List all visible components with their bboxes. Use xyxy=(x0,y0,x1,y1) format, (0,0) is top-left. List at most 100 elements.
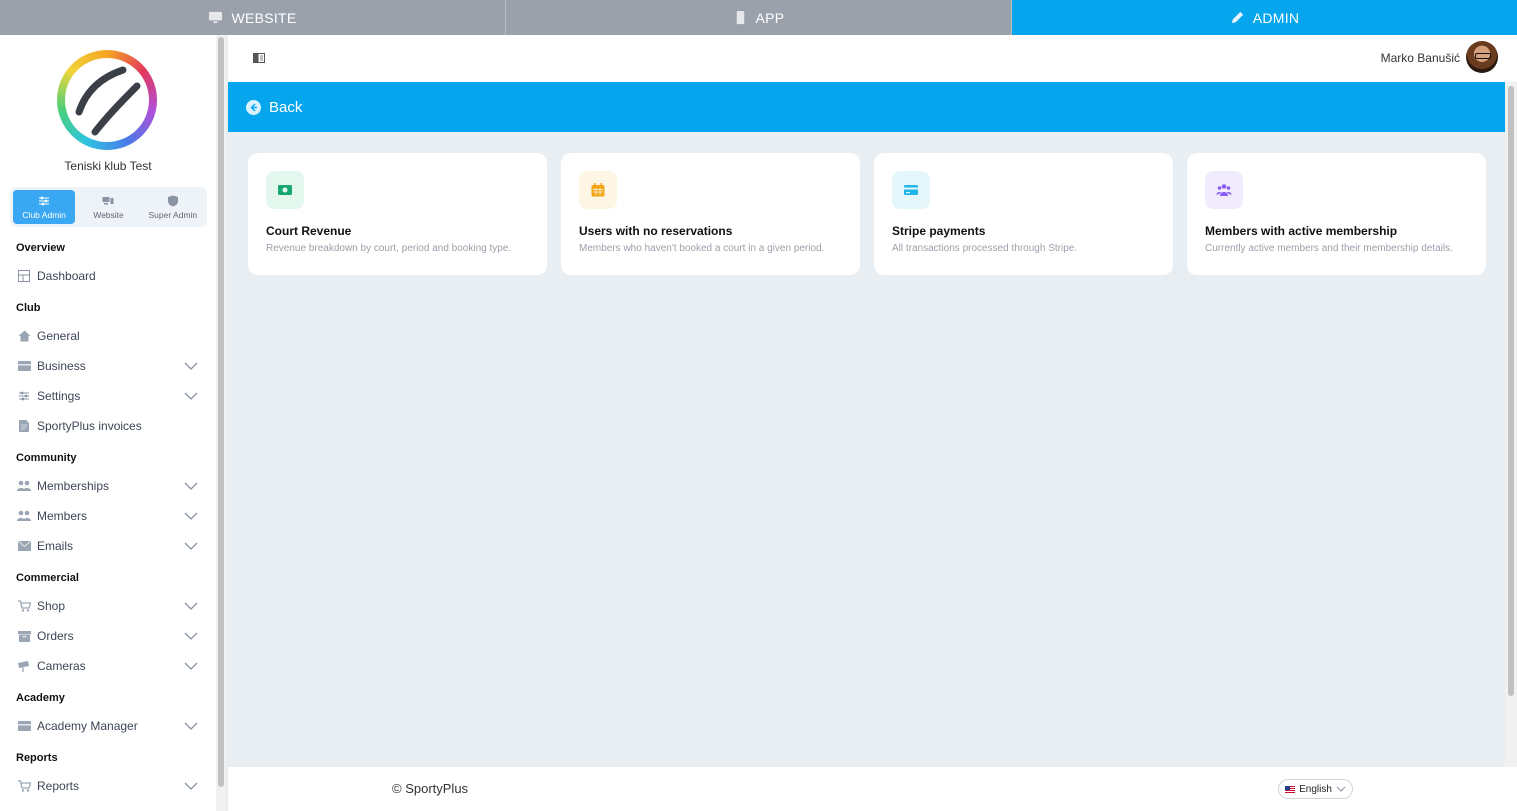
main-scrollbar[interactable] xyxy=(1505,82,1517,768)
cash-icon xyxy=(278,185,292,195)
sidebar-item-label: Reports xyxy=(37,779,80,793)
card-icon-wrapper xyxy=(892,171,930,209)
credit-card-icon xyxy=(904,185,918,195)
card-description: All transactions processed through Strip… xyxy=(892,243,1078,254)
sidebar-item-orders[interactable]: Orders xyxy=(0,621,216,651)
sidebar-item-label: Dashboard xyxy=(37,269,96,283)
us-flag-icon xyxy=(1285,785,1296,793)
sidebar-item-label: Memberships xyxy=(37,479,110,493)
sidebar: Teniski klub Test Club Admin Website Sup… xyxy=(0,35,216,811)
sidebar-item-shop[interactable]: Shop xyxy=(0,591,216,621)
copyright-text: © SportyPlus xyxy=(392,781,469,796)
users-icon xyxy=(17,479,31,493)
chevron-down-icon[interactable] xyxy=(184,540,198,552)
mobile-icon xyxy=(736,10,744,25)
sidebar-item-sportyplus-invoices[interactable]: SportyPlus invoices xyxy=(0,411,216,441)
chevron-down-icon[interactable] xyxy=(184,720,198,732)
cart-icon xyxy=(17,779,31,793)
club-name: Teniski klub Test xyxy=(64,159,152,173)
section-community: Community xyxy=(16,452,77,464)
sidebar-item-settings[interactable]: Settings xyxy=(0,381,216,411)
sidebar-toggle-icon[interactable] xyxy=(253,52,265,64)
shield-icon xyxy=(167,195,178,206)
avatar[interactable] xyxy=(1466,41,1498,73)
box-icon xyxy=(17,629,31,643)
sidebar-nav: Overview Dashboard Club General Business… xyxy=(0,235,216,801)
report-card-stripe-payments[interactable]: Stripe payments All transactions process… xyxy=(874,153,1173,275)
back-button[interactable]: Back xyxy=(228,82,1505,132)
card-icon-wrapper xyxy=(1205,171,1243,209)
tennis-ball-icon xyxy=(75,66,141,136)
card-title: Members with active membership xyxy=(1205,224,1398,238)
sidebar-item-business[interactable]: Business xyxy=(0,351,216,381)
chevron-down-icon[interactable] xyxy=(184,480,198,492)
sidebar-item-memberships[interactable]: Memberships xyxy=(0,471,216,501)
main-scrollbar-thumb[interactable] xyxy=(1508,86,1514,696)
chevron-down-icon[interactable] xyxy=(184,600,198,612)
report-card-users-no-reservations[interactable]: Users with no reservations Members who h… xyxy=(561,153,860,275)
sidebar-item-label: Cameras xyxy=(37,659,86,673)
top-header: Marko Banušić xyxy=(228,35,1517,82)
sidebar-item-dashboard[interactable]: Dashboard xyxy=(0,261,216,291)
role-club-admin[interactable]: Club Admin xyxy=(13,190,76,224)
chevron-down-icon[interactable] xyxy=(184,780,198,792)
mode-tab-admin[interactable]: ADMIN xyxy=(1012,0,1517,35)
chevron-down-icon[interactable] xyxy=(184,390,198,402)
club-logo xyxy=(57,50,157,150)
report-cards: Court Revenue Revenue breakdown by court… xyxy=(248,153,1486,275)
role-switcher: Club Admin Website Super Admin xyxy=(10,187,207,227)
user-name[interactable]: Marko Banušić xyxy=(1381,51,1460,65)
sidebar-item-general[interactable]: General xyxy=(0,321,216,351)
chevron-down-icon[interactable] xyxy=(184,630,198,642)
devices-icon xyxy=(102,196,114,204)
sidebar-item-label: Settings xyxy=(37,389,81,403)
card-title: Stripe payments xyxy=(892,224,986,238)
section-academy: Academy xyxy=(16,692,65,704)
chevron-down-icon[interactable] xyxy=(184,660,198,672)
sidebar-scrollbar-thumb[interactable] xyxy=(218,37,224,787)
sidebar-item-cameras[interactable]: Cameras xyxy=(0,651,216,681)
card-icon-wrapper xyxy=(266,171,304,209)
mode-bar: WEBSITE APP ADMIN xyxy=(0,0,1517,35)
language-selector[interactable]: English xyxy=(1278,779,1353,799)
sliders-icon xyxy=(39,196,50,205)
sidebar-item-label: SportyPlus invoices xyxy=(37,419,142,433)
report-card-court-revenue[interactable]: Court Revenue Revenue breakdown by court… xyxy=(248,153,547,275)
sidebar-item-reports[interactable]: Reports xyxy=(0,771,216,801)
sidebar-item-academy-manager[interactable]: Academy Manager xyxy=(0,711,216,741)
section-reports: Reports xyxy=(16,752,58,764)
chevron-down-icon xyxy=(1336,786,1346,792)
sidebar-item-members[interactable]: Members xyxy=(0,501,216,531)
card-icon xyxy=(17,719,31,733)
mode-tab-app[interactable]: APP xyxy=(506,0,1012,35)
sidebar-item-label: Academy Manager xyxy=(37,719,138,733)
card-description: Currently active members and their membe… xyxy=(1205,243,1453,254)
card-description: Members who haven't booked a court in a … xyxy=(579,243,825,254)
role-super-admin[interactable]: Super Admin xyxy=(142,190,204,224)
card-icon-wrapper xyxy=(579,171,617,209)
mode-tab-label: APP xyxy=(755,9,785,26)
sidebar-scrollbar[interactable] xyxy=(216,35,226,811)
chevron-down-icon[interactable] xyxy=(184,360,198,372)
mode-tab-label: ADMIN xyxy=(1252,9,1300,26)
chevron-down-icon[interactable] xyxy=(184,510,198,522)
card-description: Revenue breakdown by court, period and b… xyxy=(266,243,512,254)
back-label: Back xyxy=(269,98,303,116)
sidebar-item-emails[interactable]: Emails xyxy=(0,531,216,561)
report-card-active-membership[interactable]: Members with active membership Currently… xyxy=(1187,153,1486,275)
cart-icon xyxy=(17,599,31,613)
dashboard-icon xyxy=(17,269,31,283)
mode-tab-website[interactable]: WEBSITE xyxy=(0,0,506,35)
envelope-icon xyxy=(17,539,31,553)
sliders-icon xyxy=(17,389,31,403)
card-icon xyxy=(17,359,31,373)
card-title: Users with no reservations xyxy=(579,224,733,238)
arrow-left-icon xyxy=(246,99,261,115)
card-title: Court Revenue xyxy=(266,224,352,238)
sidebar-item-label: Orders xyxy=(37,629,74,643)
monitor-icon xyxy=(209,11,223,24)
sidebar-item-label: Members xyxy=(37,509,88,523)
section-overview: Overview xyxy=(16,242,65,254)
role-website[interactable]: Website xyxy=(77,190,139,224)
sidebar-item-label: General xyxy=(37,329,80,343)
